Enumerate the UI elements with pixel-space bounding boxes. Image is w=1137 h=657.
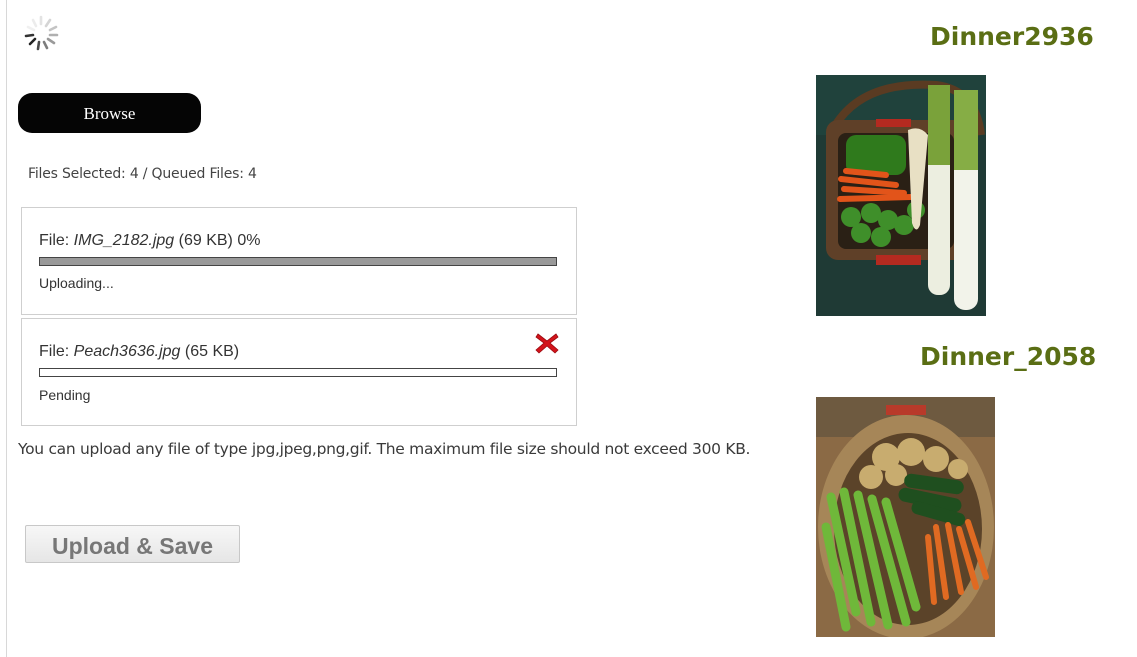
loading-spinner-icon [24,15,59,51]
vegetable-basket-photo[interactable] [816,75,986,316]
file-size: (65 KB) [180,343,240,360]
file-queue-item: File: IMG_2182.jpg (69 KB) 0% Uploading.… [21,207,577,315]
file-status: Pending [39,387,91,403]
left-border [6,0,7,657]
vegetable-basket-photo[interactable] [816,397,995,637]
file-status: Uploading... [39,275,114,291]
file-percent: 0% [232,232,261,249]
gallery-title[interactable]: Dinner2936 [930,22,1094,51]
file-prefix: File: [39,232,74,249]
files-status-text: Files Selected: 4 / Queued Files: 4 [28,166,257,182]
upload-help-text: You can upload any file of type jpg,jpeg… [18,440,751,458]
file-info: File: Peach3636.jpg (65 KB) [39,343,239,361]
close-x-icon[interactable] [534,331,560,355]
file-name: IMG_2182.jpg [73,232,175,249]
upload-progress-bar [39,257,557,266]
gallery-title[interactable]: Dinner_2058 [920,342,1096,371]
progress-fill [40,258,556,265]
file-size: (69 KB) [174,232,233,249]
file-info: File: IMG_2182.jpg (69 KB) 0% [39,232,260,250]
file-name: Peach3636.jpg [73,343,181,360]
file-queue-item: File: Peach3636.jpg (65 KB) Pending [21,318,577,426]
upload-save-button[interactable]: Upload & Save [25,525,240,563]
browse-button[interactable]: Browse [18,93,201,133]
upload-progress-bar [39,368,557,377]
file-prefix: File: [39,343,74,360]
